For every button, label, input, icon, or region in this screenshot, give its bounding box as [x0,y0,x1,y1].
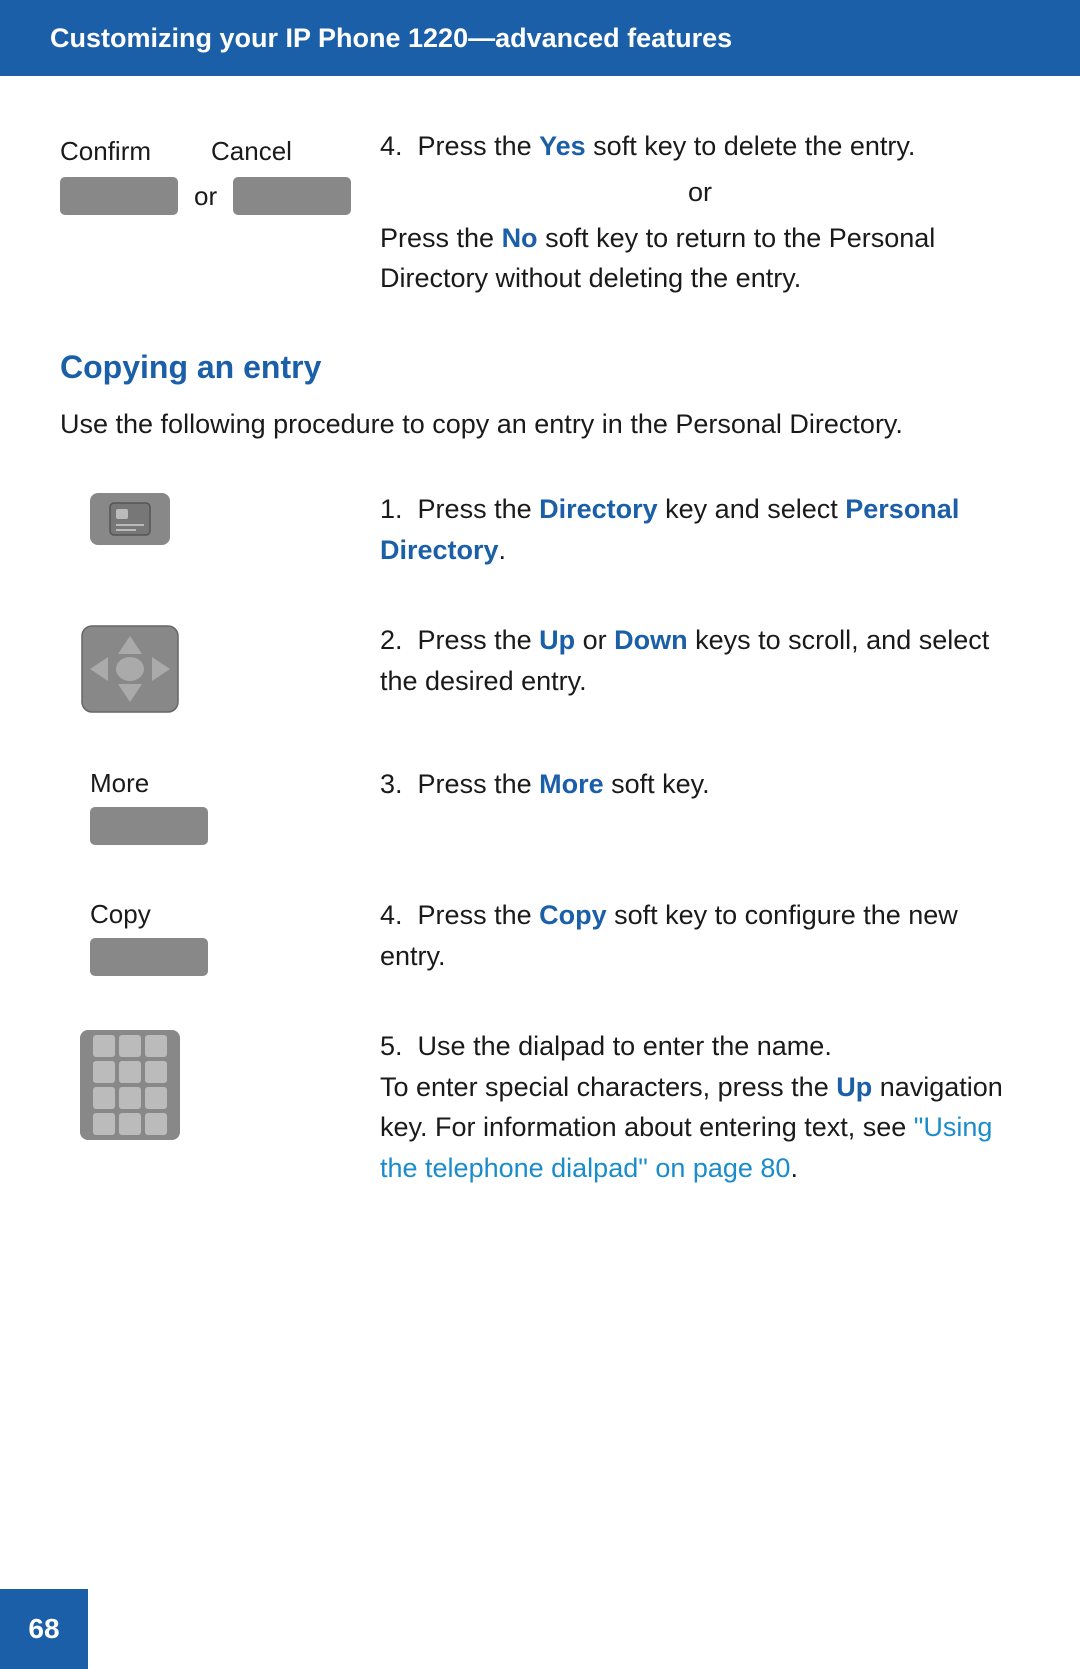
step5-line1: Use the dialpad to enter the name. [418,1031,832,1061]
step5-text: 5. Use the dialpad to enter the name. To… [380,1026,1020,1188]
step4-copy-text: 4. Press the Copy soft key to configure … [380,895,1020,976]
dialpad-key-4 [93,1061,115,1083]
step5-line2: To enter special characters, press the [380,1072,836,1102]
step5-row: 5. Use the dialpad to enter the name. To… [60,1026,1020,1188]
dialpad-key-6 [145,1061,167,1083]
copying-heading: Copying an entry [60,349,1020,386]
page-number-box: 68 [0,1589,88,1669]
dialpad-key-3 [145,1035,167,1057]
page-number: 68 [28,1613,59,1645]
step2-before: Press the [418,625,540,655]
header-title: Customizing your IP Phone 1220—advanced … [50,23,732,53]
step2-icon-col [60,620,380,714]
up-key: Up [539,625,575,655]
step3-row: More 3. Press the More soft key. [60,764,1020,845]
step2-text: 2. Press the Up or Down keys to scroll, … [380,620,1020,701]
confirm-cancel-col: Confirm Cancel or [60,126,380,299]
dialpad-key-star [93,1113,115,1135]
step3-text: 3. Press the More soft key. [380,764,1020,805]
dialpad-key-hash [145,1113,167,1135]
dialpad-grid [93,1035,167,1135]
step4a-after: soft key to delete the entry. [586,131,916,161]
dialpad-key-2 [119,1035,141,1057]
step3-number: 3. [380,769,410,799]
step1-middle: key and select [658,494,846,524]
step4-row: Copy 4. Press the Copy soft key to confi… [60,895,1020,976]
step2-middle: or [575,625,614,655]
step4c-number: 4. [380,900,410,930]
step3-icon-col: More [60,764,380,845]
nav-key-icon [80,624,180,714]
copy-label: Copy [90,899,151,930]
step3-after: soft key. [604,769,710,799]
directory-key-icon [90,493,170,545]
dialpad-key-9 [145,1087,167,1109]
header: Customizing your IP Phone 1220—advanced … [0,0,1080,76]
down-key: Down [614,625,688,655]
step1-icon-col [60,489,380,545]
step1-before: Press the [418,494,540,524]
directory-key: Directory [539,494,658,524]
more-key: More [539,769,604,799]
step1-number: 1. [380,494,410,524]
step1-row: 1. Press the Directory key and select Pe… [60,489,1020,570]
up-nav-key: Up [836,1072,872,1102]
dialpad-key-1 [93,1035,115,1057]
step4-text: 4. Press the Yes soft key to delete the … [380,126,1020,299]
step2-number: 2. [380,625,410,655]
more-label: More [90,768,149,799]
no-key: No [502,223,538,253]
step1-after: . [499,535,507,565]
yes-key: Yes [539,131,586,161]
step5-line4: . [790,1153,798,1183]
copy-key: Copy [539,900,607,930]
dialpad-key-8 [119,1087,141,1109]
step4-icon-col: Copy [60,895,380,976]
dialpad-key-5 [119,1061,141,1083]
dialpad-key-0 [119,1113,141,1135]
dialpad-icon [80,1030,180,1140]
confirm-label: Confirm [60,136,151,167]
dialpad-key-7 [93,1087,115,1109]
step4a-before: Press the [418,131,540,161]
step5-number: 5. [380,1031,410,1061]
step3-before: Press the [418,769,540,799]
cancel-button-img [233,177,351,215]
step5-icon-col [60,1026,380,1140]
or-text: or [194,181,217,212]
step2-row: 2. Press the Up or Down keys to scroll, … [60,620,1020,714]
cancel-label: Cancel [211,136,292,167]
or-inline: or [380,177,1020,208]
copying-intro: Use the following procedure to copy an e… [60,404,1020,445]
copy-button-img [90,938,208,976]
more-button-img [90,807,208,845]
step4a-number: 4. [380,131,410,161]
step1-text: 1. Press the Directory key and select Pe… [380,489,1020,570]
step4b-before: Press the [380,223,502,253]
step4c-before: Press the [418,900,540,930]
confirm-button-img [60,177,178,215]
